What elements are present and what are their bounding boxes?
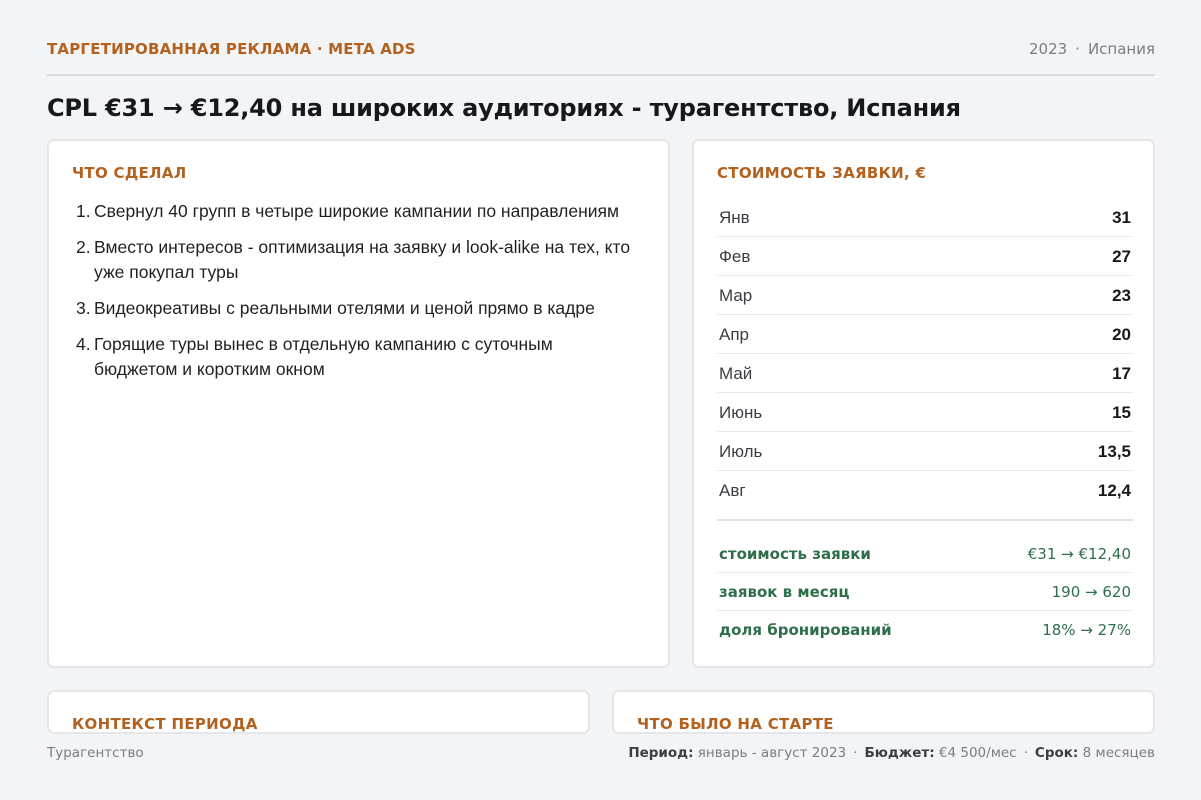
term-value: 8 месяцев <box>1082 745 1155 761</box>
month-row: Июль 13,5 <box>717 432 1133 471</box>
month-value: 27 <box>1112 247 1131 266</box>
action-item: 4. Горящие туры вынес в отдельную кампани… <box>72 332 632 382</box>
footer-separator: · <box>1023 745 1028 761</box>
result-row: доля бронирований 18% → 27% <box>717 611 1133 649</box>
page-title: CPL €31 → €12,40 на широких аудиториях -… <box>47 94 961 122</box>
start-card: ЧТО БЫЛО НА СТАРТЕ <box>612 690 1155 734</box>
month-name: Май <box>719 364 753 383</box>
result-value: 190 → 620 <box>1051 583 1131 601</box>
category-kicker: ТАРГЕТИРОВАННАЯ РЕКЛАМА · META ADS <box>47 40 416 58</box>
month-value: 13,5 <box>1097 442 1131 461</box>
period-value: январь - август 2023 <box>697 745 847 761</box>
year-label: 2023 <box>1028 40 1068 58</box>
month-value: 23 <box>1112 286 1131 305</box>
action-item: 1. Свернул 40 групп в четыре широкие камп… <box>72 199 632 224</box>
action-number: 3. <box>76 298 91 318</box>
top-bar: ТАРГЕТИРОВАННАЯ РЕКЛАМА · META ADS 2023 ·… <box>47 38 1155 76</box>
context-card-title: КОНТЕКСТ ПЕРИОДА <box>72 715 258 733</box>
month-name: Мар <box>719 286 753 305</box>
term-label: Срок: <box>1034 745 1079 761</box>
actions-card-title: ЧТО СДЕЛАЛ <box>72 164 187 182</box>
result-value: €31 → €12,40 <box>1027 545 1131 563</box>
meta-info: 2023 · Испания <box>1029 40 1155 58</box>
case-study-page: ТАРГЕТИРОВАННАЯ РЕКЛАМА · META ADS 2023 ·… <box>0 0 1201 800</box>
action-text: Вместо интересов - оптимизация на заявку… <box>94 237 631 282</box>
month-name: Июнь <box>719 403 763 422</box>
start-card-title: ЧТО БЫЛО НА СТАРТЕ <box>637 715 834 733</box>
month-name: Апр <box>719 325 749 344</box>
month-name: Янв <box>719 208 750 227</box>
month-row: Фев 27 <box>717 237 1133 276</box>
period-label: Период: <box>628 745 694 761</box>
month-row: Янв 31 <box>717 198 1133 237</box>
month-row: Апр 20 <box>717 315 1133 354</box>
result-name: доля бронирований <box>719 621 892 639</box>
action-number: 1. <box>76 201 91 221</box>
month-row: Июнь 15 <box>717 393 1133 432</box>
actions-card: ЧТО СДЕЛАЛ 1. Свернул 40 групп в четыре ш… <box>47 139 670 668</box>
month-name: Фев <box>719 247 751 266</box>
month-value: 12,4 <box>1097 481 1131 500</box>
result-name: заявок в месяц <box>719 583 850 601</box>
action-number: 4. <box>76 334 91 354</box>
result-row: заявок в месяц 190 → 620 <box>717 573 1133 611</box>
results-summary: стоимость заявки €31 → €12,40 заявок в ме… <box>717 535 1133 649</box>
month-value: 20 <box>1112 325 1131 344</box>
action-text: Горящие туры вынес в отдельную кампанию … <box>94 334 553 379</box>
result-name: стоимость заявки <box>719 545 871 563</box>
project-summary: Период: январь - август 2023 · Бюджет: €4 … <box>628 745 1155 761</box>
month-row: Мар 23 <box>717 276 1133 315</box>
country-label: Испания <box>1087 40 1155 58</box>
budget-value: €4 500/мес <box>938 745 1017 761</box>
monthly-cost-table: Янв 31 Фев 27 Мар 23 Апр 20 Май 17 Июнь 15 Июл… <box>717 198 1133 510</box>
footer-separator: · <box>853 745 858 761</box>
month-row: Май 17 <box>717 354 1133 393</box>
client-label: Турагентство <box>47 745 144 761</box>
month-name: Авг <box>719 481 746 500</box>
table-divider <box>717 519 1133 521</box>
action-number: 2. <box>76 237 91 257</box>
cost-card: СТОИМОСТЬ ЗАЯВКИ, € Янв 31 Фев 27 Мар 23 Ап… <box>692 139 1155 668</box>
month-value: 17 <box>1112 364 1131 383</box>
context-card: КОНТЕКСТ ПЕРИОДА <box>47 690 590 734</box>
action-text: Видеокреативы с реальными отелями и цено… <box>94 298 595 318</box>
result-row: стоимость заявки €31 → €12,40 <box>717 535 1133 573</box>
action-text: Свернул 40 групп в четыре широкие кампан… <box>94 201 620 221</box>
cost-card-title: СТОИМОСТЬ ЗАЯВКИ, € <box>717 164 927 182</box>
meta-separator: · <box>1075 40 1080 58</box>
action-item: 2. Вместо интересов - оптимизация на заяв… <box>72 235 632 285</box>
budget-label: Бюджет: <box>864 745 935 761</box>
month-name: Июль <box>719 442 763 461</box>
action-item: 3. Видеокреативы с реальными отелями и це… <box>72 296 632 321</box>
month-value: 15 <box>1112 403 1131 422</box>
month-row: Авг 12,4 <box>717 471 1133 510</box>
result-value: 18% → 27% <box>1042 621 1131 639</box>
actions-list: 1. Свернул 40 групп в четыре широкие камп… <box>72 199 632 393</box>
month-value: 31 <box>1112 208 1131 227</box>
